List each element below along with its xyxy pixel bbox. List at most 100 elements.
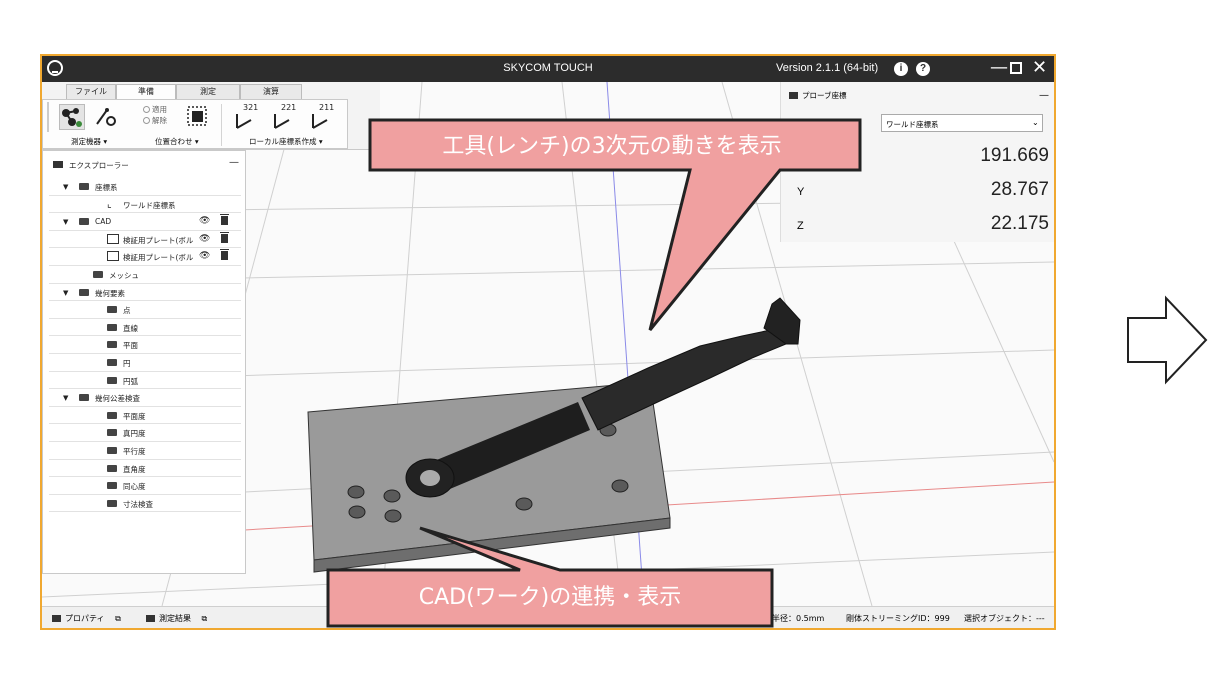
- group-alignment-label: 位置合わせ: [155, 137, 193, 146]
- tree-item[interactable]: 検証用プレート(ボル 👁: [49, 248, 241, 266]
- tree-item[interactable]: 平行度: [49, 442, 241, 460]
- coordinate-axis-icon: ⌞: [107, 198, 112, 210]
- probe-settings-button[interactable]: [93, 104, 119, 130]
- tree-item-label: 真円度: [123, 429, 146, 439]
- tree-item[interactable]: 直角度: [49, 460, 241, 478]
- results-icon: [146, 615, 155, 622]
- tree-item[interactable]: 円: [49, 354, 241, 372]
- maximize-window-icon[interactable]: [1010, 59, 1022, 74]
- title-bar: SKYCOM TOUCH Version 2.1.1 (64-bit) i ? …: [42, 56, 1054, 82]
- tree-item-label: メッシュ: [109, 271, 139, 280]
- tree-item[interactable]: ▼ CAD 👁: [49, 213, 241, 231]
- axis-211-icon: 211: [312, 103, 334, 129]
- visibility-eye-icon[interactable]: 👁: [199, 234, 210, 244]
- local-coord-211-button[interactable]: 211: [309, 102, 335, 129]
- info-icon[interactable]: i: [894, 62, 908, 76]
- properties-tab[interactable]: プロパティ ⧉: [52, 613, 121, 624]
- tree-item-label: 検証用プレート(ボル: [123, 253, 194, 263]
- panel-pin-icon[interactable]: [53, 161, 63, 168]
- tree-item[interactable]: ▼ 幾何公差検査: [49, 389, 241, 407]
- cad-model-icon: [107, 251, 119, 262]
- ribbon-panel: 適用 解除 321 221 211 測定機器 ▾ 位置合わせ ▾ ローカル座標系…: [42, 99, 348, 149]
- probe-radius-status: 半径：0.5mm: [772, 614, 825, 623]
- apply-radio-label: 適用: [152, 105, 167, 114]
- coord-row-x: X 191.669: [781, 140, 1054, 174]
- coord-system-select[interactable]: ワールド座標系 ⌄: [881, 114, 1043, 132]
- tree-item[interactable]: 検証用プレート(ボル 👁: [49, 231, 241, 249]
- tree-item[interactable]: 平面: [49, 336, 241, 354]
- tree-item-label: 寸法検査: [123, 499, 153, 509]
- expand-arrow-icon[interactable]: ▼: [63, 218, 68, 226]
- local-coord-221-button[interactable]: 221: [271, 102, 297, 129]
- tree-item[interactable]: 真円度: [49, 424, 241, 442]
- tree-item[interactable]: 寸法検査: [49, 495, 241, 513]
- tree-item[interactable]: 点: [49, 301, 241, 319]
- folder-icon: [107, 323, 117, 331]
- device-network-icon: [62, 108, 82, 127]
- folder-icon: [79, 183, 89, 190]
- expand-arrow-icon[interactable]: ▼: [63, 183, 68, 191]
- tree-item-label: 直線: [123, 323, 138, 333]
- help-icon[interactable]: ?: [916, 62, 930, 76]
- tree-item[interactable]: ⌞ ワールド座標系: [49, 196, 241, 214]
- tree-item-label: 平面: [123, 341, 138, 351]
- tree-item[interactable]: ▼ 座標系: [49, 178, 241, 196]
- folder-icon: [107, 376, 117, 384]
- explorer-minimize-button[interactable]: —: [229, 157, 239, 168]
- probe-coordinate-panel: プローブ座標 — ワールド座標系 ⌄ X 191.669 Y 28.767 Z …: [780, 82, 1054, 242]
- axis-321-label: 321: [243, 103, 258, 112]
- group-measuring-device[interactable]: 測定機器 ▾: [71, 136, 107, 147]
- folder-icon: [79, 218, 89, 226]
- tab-prepare[interactable]: 準備: [116, 84, 176, 100]
- group-alignment[interactable]: 位置合わせ ▾: [155, 136, 199, 147]
- tab-measure[interactable]: 測定: [176, 84, 240, 99]
- tree-item[interactable]: ▼ 幾何要素: [49, 284, 241, 302]
- coord-axis-x: X: [797, 152, 805, 164]
- trash-icon[interactable]: [220, 249, 229, 261]
- tree-item-label: 幾何要素: [95, 288, 125, 298]
- visibility-eye-icon[interactable]: 👁: [199, 216, 210, 226]
- trash-icon[interactable]: [220, 231, 229, 243]
- tree-item[interactable]: メッシュ: [49, 266, 241, 284]
- ribbon: ファイル 準備 測定 演算 適用 解除 321 221 211 測定機器 ▾ 位…: [42, 82, 380, 150]
- tree-item[interactable]: 同心度: [49, 477, 241, 495]
- folder-icon: [107, 482, 117, 490]
- group-local-coord[interactable]: ローカル座標系作成 ▾: [249, 136, 323, 147]
- expand-arrow-icon[interactable]: ▼: [63, 394, 68, 402]
- coord-axis-z: Z: [797, 220, 804, 232]
- folder-icon: [107, 306, 117, 314]
- release-radio[interactable]: 解除: [143, 115, 167, 126]
- float-window-icon[interactable]: ⧉: [202, 614, 208, 623]
- trash-icon[interactable]: [220, 214, 229, 226]
- tree-item-label: 円: [123, 359, 131, 368]
- chevron-down-icon: ⌄: [1032, 118, 1039, 127]
- tab-file[interactable]: ファイル: [66, 84, 116, 99]
- ribbon-grip[interactable]: [47, 102, 49, 132]
- float-window-icon[interactable]: ⧉: [115, 614, 121, 623]
- properties-icon: [52, 615, 61, 622]
- visibility-eye-icon[interactable]: 👁: [199, 251, 210, 261]
- alignment-button[interactable]: [185, 104, 211, 130]
- folder-icon: [79, 288, 89, 296]
- close-window-icon[interactable]: ✕: [1032, 57, 1047, 78]
- cad-model-icon: [107, 233, 119, 244]
- probe-minimize-button[interactable]: —: [1039, 90, 1049, 101]
- folder-icon: [93, 271, 103, 278]
- panel-pin-icon[interactable]: [789, 92, 798, 99]
- minimize-window-icon[interactable]: —: [990, 57, 1008, 78]
- tree-item[interactable]: 直線: [49, 319, 241, 337]
- results-tab-label: 測定結果: [159, 614, 191, 623]
- measuring-device-button[interactable]: [59, 104, 85, 130]
- alignment-square-icon: [187, 106, 207, 126]
- results-tab[interactable]: 測定結果 ⧉: [146, 613, 207, 624]
- probe-panel-title: プローブ座標: [802, 91, 847, 100]
- apply-radio[interactable]: 適用: [143, 104, 167, 115]
- local-coord-321-button[interactable]: 321: [233, 102, 259, 129]
- expand-arrow-icon[interactable]: ▼: [63, 289, 68, 297]
- tree-item[interactable]: 平面度: [49, 407, 241, 425]
- release-radio-label: 解除: [152, 116, 167, 125]
- tab-calculate[interactable]: 演算: [240, 84, 302, 99]
- app-window: SKYCOM TOUCH Version 2.1.1 (64-bit) i ? …: [40, 54, 1056, 630]
- right-arrow-icon: [1127, 295, 1208, 385]
- tree-item[interactable]: 円弧: [49, 372, 241, 390]
